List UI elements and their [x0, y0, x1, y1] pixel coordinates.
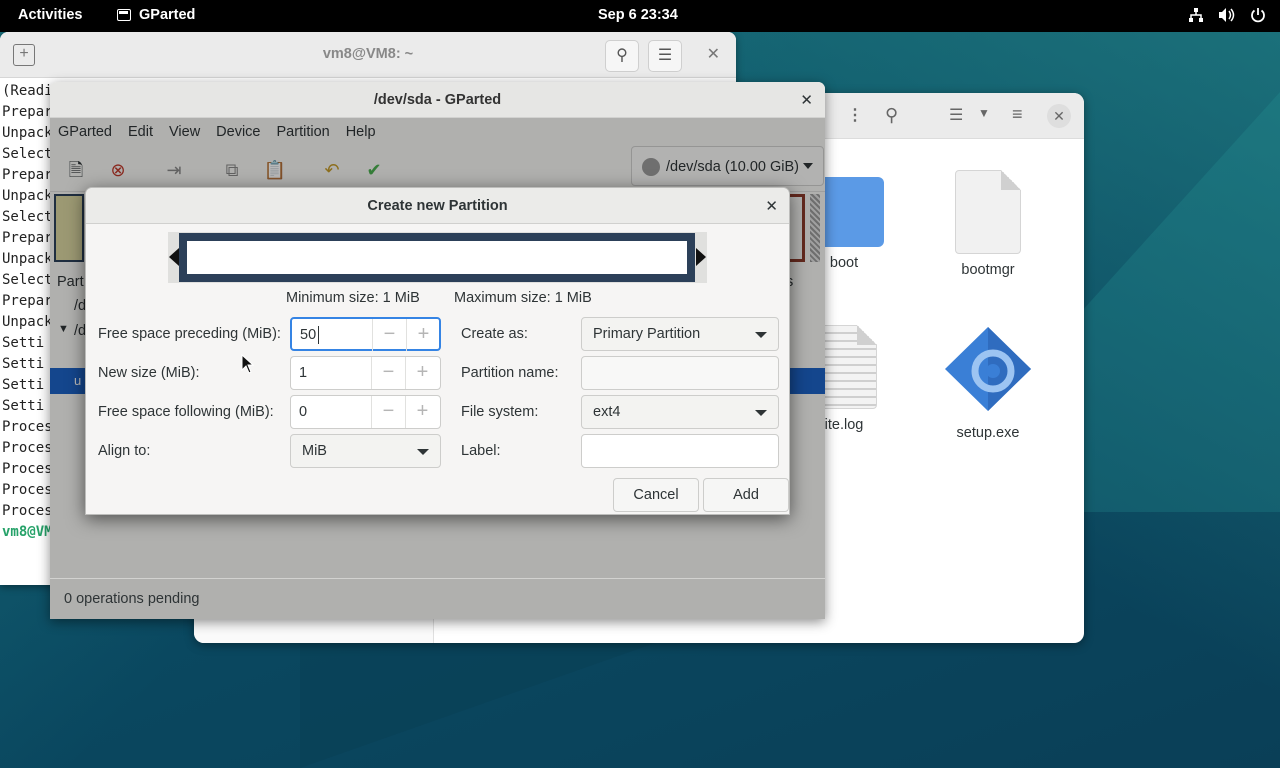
top-bar: Activities GParted Sep 6 23:34: [0, 0, 1280, 32]
dialog-title: Create new Partition: [367, 198, 508, 214]
executable-icon: [945, 327, 1031, 411]
partition-name-label: Partition name:: [461, 365, 559, 381]
menu-icon[interactable]: ☰: [648, 40, 682, 72]
file-name: bootmgr: [961, 262, 1015, 278]
decrement-button[interactable]: −: [371, 357, 405, 389]
file-name: setup.exe: [956, 425, 1020, 441]
search-icon[interactable]: ⚲: [885, 105, 898, 126]
free-preceding-spinbutton[interactable]: 50 − +: [290, 317, 441, 351]
increment-button[interactable]: +: [406, 319, 440, 351]
chevron-down-icon[interactable]: ▼: [978, 106, 990, 120]
new-size-spinbutton[interactable]: 1 − +: [290, 356, 441, 390]
free-following-value[interactable]: 0: [299, 404, 307, 420]
cancel-button[interactable]: Cancel: [613, 478, 699, 512]
app-name-label: GParted: [139, 7, 196, 23]
partition-name-input[interactable]: [581, 356, 779, 390]
search-icon[interactable]: ⚲: [605, 40, 639, 72]
file-system-label: File system:: [461, 404, 539, 420]
file-item-setup[interactable]: setup.exe: [938, 325, 1038, 441]
activities-button[interactable]: Activities: [18, 7, 82, 23]
chevron-down-icon: [755, 410, 767, 416]
decrement-button[interactable]: −: [372, 319, 406, 351]
text-cursor: [318, 326, 319, 344]
increment-button[interactable]: +: [405, 396, 439, 428]
clock[interactable]: Sep 6 23:34: [598, 7, 678, 23]
close-icon[interactable]: ✕: [1047, 104, 1071, 128]
close-icon[interactable]: ✕: [800, 91, 813, 109]
free-following-label: Free space following (MiB):: [98, 404, 274, 420]
menu-icon[interactable]: ≡: [1012, 104, 1023, 125]
volume-icon: [1219, 8, 1235, 22]
file-item-bootmgr[interactable]: bootmgr: [938, 170, 1038, 278]
status-bar: 0 operations pending: [50, 578, 825, 619]
right-resize-handle[interactable]: [696, 248, 706, 266]
terminal-header: + vm8@VM8: ~ ⚲ ☰ ✕: [0, 32, 736, 78]
align-to-value: MiB: [302, 443, 327, 459]
network-icon: [1189, 8, 1203, 22]
free-following-spinbutton[interactable]: 0 − +: [290, 395, 441, 429]
increment-button[interactable]: +: [405, 357, 439, 389]
gparted-title: /dev/sda - GParted: [373, 92, 502, 108]
create-as-value: Primary Partition: [593, 326, 701, 342]
file-system-value: ext4: [593, 404, 621, 420]
free-preceding-label: Free space preceding (MiB):: [98, 326, 281, 342]
close-icon[interactable]: ✕: [707, 44, 720, 64]
maximum-size-label: Maximum size: 1 MiB: [454, 290, 592, 306]
align-to-label: Align to:: [98, 443, 151, 459]
file-system-dropdown[interactable]: ext4: [581, 395, 779, 429]
left-resize-handle[interactable]: [169, 248, 179, 266]
chevron-down-icon: [755, 332, 767, 338]
partition-bar[interactable]: [179, 233, 695, 282]
document-icon: [955, 170, 1021, 254]
power-icon: [1251, 8, 1265, 23]
label-field-label: Label:: [461, 443, 501, 459]
decrement-button[interactable]: −: [371, 396, 405, 428]
list-view-icon[interactable]: ☰: [949, 105, 963, 125]
gparted-app-icon: [117, 9, 131, 21]
new-size-value[interactable]: 1: [299, 365, 307, 381]
create-as-dropdown[interactable]: Primary Partition: [581, 317, 779, 351]
gparted-titlebar: /dev/sda - GParted ✕: [50, 82, 825, 118]
free-preceding-value[interactable]: 50: [300, 327, 316, 343]
minimum-size-label: Minimum size: 1 MiB: [286, 290, 420, 306]
mouse-pointer-icon: [241, 354, 255, 374]
label-input[interactable]: [581, 434, 779, 468]
dialog-titlebar: Create new Partition ✕: [86, 188, 789, 224]
align-to-dropdown[interactable]: MiB: [290, 434, 441, 468]
close-icon[interactable]: ✕: [765, 197, 778, 215]
new-size-label: New size (MiB):: [98, 365, 200, 381]
partition-size-visualizer[interactable]: [168, 232, 707, 283]
system-tray[interactable]: [1188, 7, 1266, 23]
create-as-label: Create as:: [461, 326, 528, 342]
app-menu[interactable]: GParted: [117, 7, 195, 23]
add-button[interactable]: Add: [703, 478, 789, 512]
chevron-down-icon: [417, 449, 429, 455]
more-options-icon[interactable]: ⋮: [847, 105, 863, 125]
create-partition-dialog[interactable]: Create new Partition ✕ Minimum size: 1 M…: [85, 187, 790, 515]
